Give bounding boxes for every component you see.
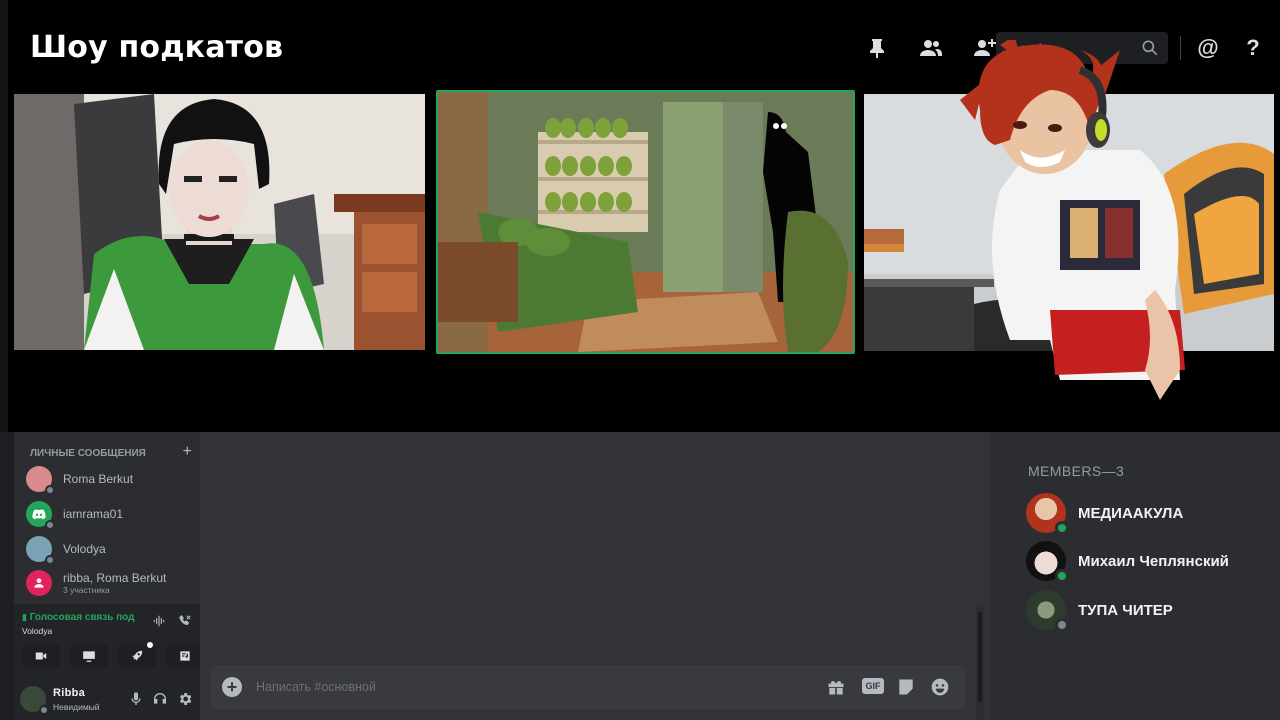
disconnect-icon[interactable] (176, 614, 194, 632)
voice-status[interactable]: ▮ Голосовая связь под (22, 612, 135, 623)
user-panel: Ribba Невидимый (14, 678, 200, 720)
message-composer: + GIF (210, 665, 966, 709)
status-online-indicator (1055, 521, 1069, 535)
create-dm-button[interactable]: + (183, 444, 192, 460)
member-item[interactable]: МЕДИААКУЛА (1026, 493, 1266, 535)
member-item[interactable]: ТУПА ЧИТЕР (1026, 590, 1266, 632)
screen-share-icon (83, 651, 95, 662)
chat-scrollbar-thumb[interactable] (978, 612, 982, 702)
video-tile-1[interactable] (14, 94, 425, 350)
user-status: Невидимый (53, 702, 100, 712)
avatar[interactable] (20, 686, 49, 715)
status-online-indicator (1055, 569, 1069, 583)
help-icon[interactable]: ? (1240, 34, 1266, 62)
avatar (26, 536, 55, 565)
soundboard-button[interactable] (166, 644, 204, 668)
member-name: Михаил Чеплянский (1078, 552, 1229, 570)
avatar (26, 466, 55, 495)
gif-button[interactable]: GIF (862, 678, 884, 694)
status-indicator (39, 705, 49, 715)
dm-subtitle: 3 участника (63, 585, 110, 595)
voice-status-label: Голосовая связь под (29, 612, 135, 623)
settings-gear-icon[interactable] (176, 690, 194, 708)
upload-button[interactable]: + (222, 677, 242, 697)
avatar (26, 570, 52, 596)
soundboard-icon (180, 651, 190, 661)
dm-item-group[interactable]: ribba, Roma Berkut 3 участника (26, 566, 196, 600)
dm-name: ribba, Roma Berkut (63, 571, 167, 585)
user-name[interactable]: Ribba (53, 687, 85, 699)
headphones-icon[interactable] (151, 690, 169, 708)
rocket-icon (132, 650, 143, 661)
server-strip (0, 432, 14, 720)
message-input[interactable] (256, 677, 776, 697)
voice-channel[interactable]: Volodya (22, 626, 52, 636)
members-list: MEMBERS—3 МЕДИААКУЛА Михаил Чеплянский Т… (990, 432, 1280, 720)
notification-dot (147, 642, 153, 648)
dm-name: Roma Berkut (63, 472, 134, 486)
dm-item-iamrama01[interactable]: iamrama01 (26, 497, 196, 531)
discord-panel: ЛИЧНЫЕ СООБЩЕНИЯ + Roma Berkut iamrama01… (0, 432, 1280, 720)
gift-icon[interactable] (825, 676, 847, 698)
discord-logo-icon (32, 509, 46, 520)
dm-item-volodya[interactable]: Volodya (26, 532, 196, 566)
left-edge (0, 0, 8, 432)
noise-suppression-icon[interactable] (150, 614, 168, 632)
dm-header: ЛИЧНЫЕ СООБЩЕНИЯ (30, 448, 146, 459)
camera-icon (35, 652, 47, 660)
avatar (1026, 590, 1069, 632)
call-area: Шоу подкатов @ ? (0, 0, 1280, 432)
status-indicator (45, 555, 55, 565)
dm-item-roma-berkut[interactable]: Roma Berkut (26, 462, 196, 496)
dm-name: iamrama01 (63, 507, 124, 521)
emoji-icon[interactable] (929, 676, 951, 698)
activity-button[interactable] (118, 642, 156, 668)
call-title: Шоу подкатов (30, 30, 284, 65)
sticker-icon[interactable] (895, 676, 917, 698)
member-name: ТУПА ЧИТЕР (1078, 601, 1173, 619)
member-item[interactable]: Михаил Чеплянский (1026, 541, 1266, 583)
avatar (1026, 541, 1069, 583)
status-indicator (45, 520, 55, 530)
pin-icon[interactable] (860, 31, 894, 65)
voice-actions (22, 642, 204, 668)
status-offline-indicator (1055, 618, 1069, 632)
signal-icon: ▮ (22, 612, 27, 622)
status-indicator (45, 485, 55, 495)
avatar (1026, 493, 1069, 535)
screen-share-button[interactable] (70, 644, 108, 668)
member-name: МЕДИААКУЛА (1078, 504, 1184, 522)
camera-button[interactable] (22, 644, 60, 668)
app-window: Шоу подкатов @ ? (0, 0, 1280, 720)
video-tile-2-active[interactable] (436, 90, 855, 354)
avatar (26, 501, 55, 530)
group-icon (34, 578, 44, 588)
microphone-icon[interactable] (127, 690, 145, 708)
dm-name: Volodya (63, 542, 106, 556)
voice-panel: ▮ Голосовая связь под Volodya (14, 604, 204, 678)
members-header: MEMBERS—3 (1028, 463, 1125, 479)
overlay-character-sticker (940, 35, 1210, 400)
